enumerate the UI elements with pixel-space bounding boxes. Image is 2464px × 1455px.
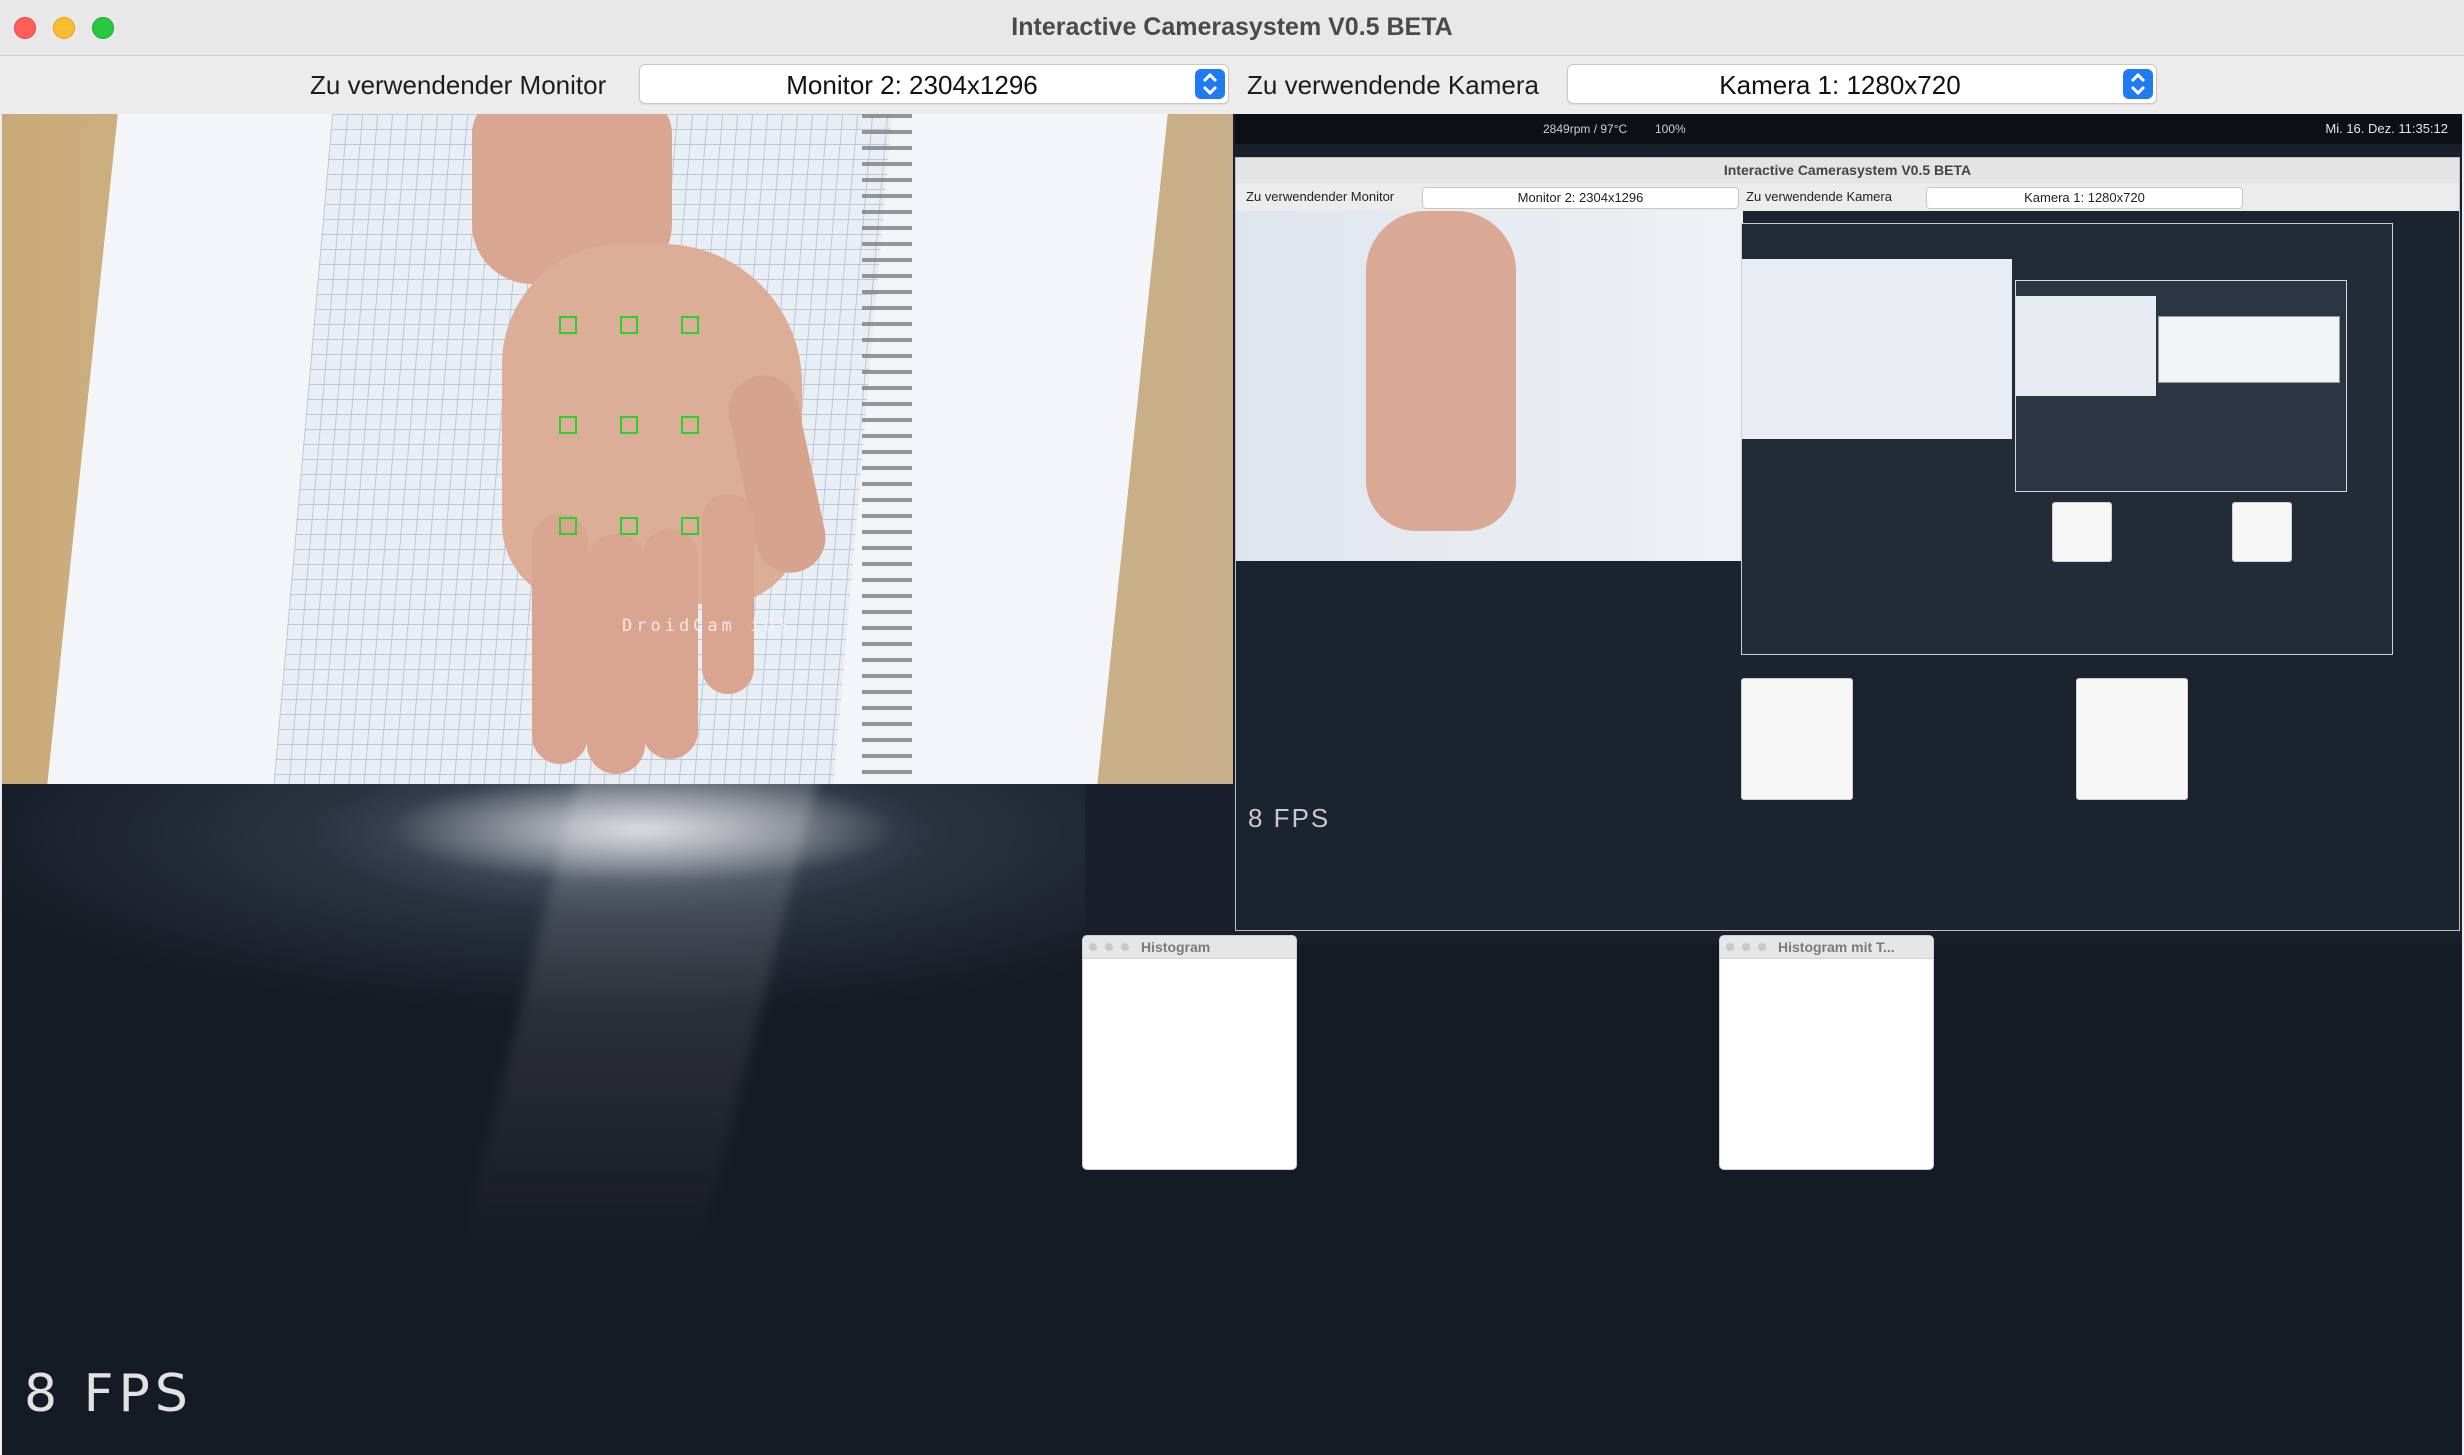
mini-window-title: Interactive Camerasystem V0.5 BETA (1236, 158, 2459, 183)
histogram-titlebar[interactable]: Histogram (1083, 936, 1296, 959)
monitor-select-value: Monitor 2: 2304x1296 (786, 70, 1038, 100)
tracking-marker (559, 517, 577, 535)
hand-finger (642, 529, 698, 759)
tracking-marker (559, 316, 577, 334)
menubar-clock: Mi. 16. Dez. 11:35:12 (2325, 121, 2448, 136)
histogram-threshold-window[interactable]: Histogram mit T... (1719, 935, 1934, 1170)
hand-finger (532, 514, 588, 764)
tracking-marker (620, 316, 638, 334)
tracking-marker (620, 517, 638, 535)
mini-app-window: Interactive Camerasystem V0.5 BETA Zu ve… (1235, 157, 2460, 931)
tracking-marker (559, 416, 577, 434)
histogram-window[interactable]: Histogram (1082, 935, 1297, 1170)
window-title: Interactive Camerasystem V0.5 BETA (1011, 13, 1453, 41)
title-bar: Interactive Camerasystem V0.5 BETA (0, 0, 2464, 56)
app-window: Interactive Camerasystem V0.5 BETA Zu ve… (0, 0, 2464, 1455)
nested-camera-1 (1742, 259, 2012, 439)
nested-camera-2 (2016, 296, 2156, 396)
mini-histogram-1 (1741, 678, 1853, 800)
mini-camera-label: Zu verwendende Kamera (1746, 189, 1892, 204)
tracking-marker (681, 517, 699, 535)
histogram-titlebar[interactable]: Histogram mit T... (1720, 936, 1933, 959)
mini-camera-feed (1236, 211, 1743, 561)
camera-select[interactable]: Kamera 1: 1280x720 (1567, 64, 2157, 104)
menu-bar: 2849rpm / 97°C 100% Mi. 16. Dez. 11:35:1… (1235, 114, 2462, 144)
chevron-updown-icon (1195, 69, 1225, 99)
menubar-stats: 2849rpm / 97°C (1543, 122, 1628, 136)
mini-monitor-label: Zu verwendender Monitor (1246, 189, 1395, 204)
toolbar: Zu verwendender Monitor Monitor 2: 2304x… (0, 56, 2464, 114)
hand-finger (587, 534, 645, 774)
camera-label: Zu verwendende Kamera (1247, 70, 1539, 100)
camera-watermark: DroidCam iOS (622, 616, 793, 636)
camera-select-value: Kamera 1: 1280x720 (1719, 70, 1961, 100)
histogram-title: Histogram (1141, 939, 1211, 955)
monitor-select[interactable]: Monitor 2: 2304x1296 (639, 64, 1229, 104)
nested-histogram-1 (2052, 502, 2112, 562)
nested-window-3 (2158, 316, 2340, 383)
nested-window-2 (2015, 280, 2347, 492)
mini-histogram-2 (2076, 678, 2188, 800)
hand-finger (702, 494, 754, 694)
nested-histogram-2 (2232, 502, 2292, 562)
menubar-battery: 100% (1655, 122, 1686, 136)
monitor-label: Zu verwendender Monitor (310, 70, 607, 100)
histogram-title: Histogram mit T... (1778, 939, 1895, 955)
window-controls-icon[interactable] (1726, 943, 1770, 951)
chevron-updown-icon (2123, 69, 2153, 99)
nested-window-1 (1741, 223, 2393, 655)
mini-fps-counter: 8 FPS (1248, 803, 1331, 833)
tracking-marker (620, 416, 638, 434)
window-controls-icon[interactable] (1089, 943, 1133, 951)
video-canvas: 2849rpm / 97°C 100% Mi. 16. Dez. 11:35:1… (2, 114, 2462, 1455)
mini-monitor-select: Monitor 2: 2304x1296 (1422, 187, 1739, 209)
mini-toolbar: Zu verwendender Monitor Monitor 2: 2304x… (1236, 183, 2459, 211)
fps-counter: 8 FPS (24, 1364, 193, 1424)
notebook-spiral (862, 114, 912, 784)
tracking-marker (681, 416, 699, 434)
mini-camera-select: Kamera 1: 1280x720 (1926, 187, 2243, 209)
screen-capture-panel: 2849rpm / 97°C 100% Mi. 16. Dez. 11:35:1… (1085, 114, 2462, 944)
mini-hand (1366, 211, 1516, 531)
camera-feed: DroidCam iOS (2, 114, 1233, 784)
tracking-marker (681, 316, 699, 334)
